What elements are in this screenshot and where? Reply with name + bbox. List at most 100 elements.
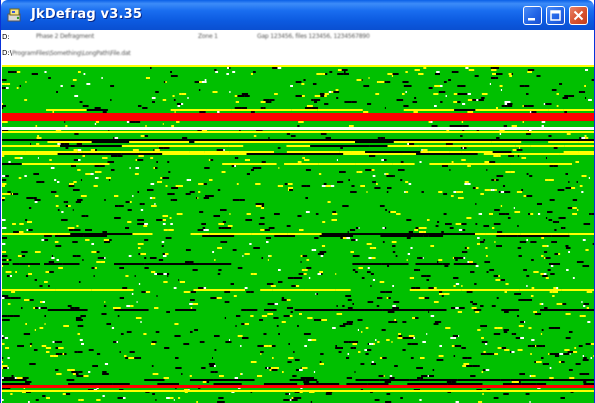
cluster-segment — [45, 271, 50, 273]
cluster-segment — [19, 203, 34, 205]
cluster-segment — [381, 263, 409, 265]
cluster-segment — [339, 311, 351, 313]
cluster-segment — [292, 201, 319, 203]
cluster-segment — [315, 135, 347, 137]
cluster-segment — [162, 219, 166, 221]
cluster-segment — [77, 149, 82, 151]
cluster-segment — [85, 73, 93, 75]
cluster-segment — [159, 301, 188, 303]
cluster-segment — [437, 195, 441, 197]
cluster-segment — [252, 167, 258, 169]
cluster-segment — [462, 135, 474, 137]
cluster-segment — [66, 71, 78, 73]
cluster-segment — [155, 91, 159, 93]
cluster-segment — [356, 91, 365, 93]
cluster-segment — [509, 287, 532, 289]
cluster-segment — [331, 191, 338, 193]
cluster-segment — [236, 295, 270, 297]
cluster-segment — [2, 187, 14, 189]
cluster-segment — [265, 105, 283, 107]
cluster-segment — [461, 151, 493, 153]
cluster-segment — [80, 255, 104, 257]
title-bar[interactable]: JkDefrag v3.35 — [1, 0, 594, 30]
cluster-segment — [198, 311, 214, 313]
minimize-button[interactable] — [523, 6, 542, 25]
cluster-segment — [194, 223, 202, 225]
cluster-segment — [529, 85, 546, 87]
cluster-segment — [3, 265, 12, 267]
cluster-segment — [519, 309, 528, 311]
cluster-segment — [300, 255, 303, 257]
cluster-segment — [68, 185, 75, 187]
cluster-segment — [245, 289, 261, 291]
cluster-segment — [524, 121, 542, 123]
cluster-segment — [590, 81, 594, 83]
cluster-segment — [158, 147, 164, 149]
cluster-segment — [544, 257, 546, 259]
cluster-segment — [39, 173, 64, 175]
cluster-segment — [139, 137, 158, 139]
cluster-segment — [242, 255, 244, 257]
cluster-segment — [293, 85, 309, 87]
cluster-segment — [55, 205, 59, 207]
cluster-segment — [91, 289, 104, 291]
cluster-segment — [494, 241, 496, 243]
cluster-segment — [568, 215, 594, 217]
cluster-segment — [13, 79, 41, 81]
maximize-button[interactable] — [546, 6, 565, 25]
cluster-segment — [234, 283, 249, 285]
cluster-segment — [217, 93, 242, 95]
cluster-segment — [161, 275, 168, 277]
cluster-segment — [409, 261, 438, 263]
cluster-segment — [286, 273, 299, 275]
cluster-segment — [237, 267, 243, 269]
cluster-segment — [420, 151, 429, 153]
cluster-segment — [365, 173, 377, 175]
cluster-segment — [58, 241, 73, 243]
cluster-segment — [209, 73, 227, 75]
cluster-segment — [2, 173, 12, 175]
cluster-segment — [377, 233, 436, 235]
cluster-segment — [144, 219, 157, 221]
cluster-segment — [382, 79, 408, 81]
cluster-segment — [435, 197, 458, 199]
cluster-segment — [378, 105, 404, 107]
cluster-segment — [2, 283, 19, 285]
cluster-segment — [12, 299, 25, 301]
cluster-segment — [424, 297, 430, 299]
cluster-segment — [415, 121, 429, 123]
cluster-segment — [87, 207, 99, 209]
cluster-segment — [176, 103, 181, 105]
cluster-segment — [134, 173, 139, 175]
cluster-segment — [500, 223, 520, 225]
cluster-segment — [150, 77, 174, 79]
cluster-segment — [389, 101, 413, 103]
cluster-segment — [467, 261, 469, 263]
cluster-segment — [165, 219, 179, 221]
cluster-segment — [140, 247, 165, 249]
cluster-segment — [76, 225, 79, 227]
cluster-segment — [487, 295, 503, 297]
cluster-segment — [6, 259, 9, 261]
cluster-segment — [581, 301, 583, 303]
close-button[interactable] — [569, 6, 588, 25]
cluster-segment — [197, 197, 199, 199]
cluster-segment — [86, 191, 117, 193]
cluster-segment — [243, 145, 287, 147]
cluster-segment — [33, 299, 65, 301]
cluster-segment — [286, 271, 320, 273]
cluster-segment — [343, 79, 357, 81]
cluster-segment — [220, 279, 237, 281]
cluster-segment — [141, 215, 152, 217]
cluster-segment — [170, 199, 173, 201]
cluster-segment — [124, 185, 144, 187]
cluster-segment — [91, 267, 95, 269]
cluster-segment — [86, 295, 100, 297]
cluster-segment — [479, 237, 502, 239]
cluster-segment — [328, 281, 338, 283]
cluster-segment — [140, 189, 147, 191]
cluster-segment — [244, 159, 251, 161]
cluster-segment — [19, 85, 22, 87]
cluster-segment — [468, 125, 500, 127]
cluster-segment — [348, 179, 351, 181]
